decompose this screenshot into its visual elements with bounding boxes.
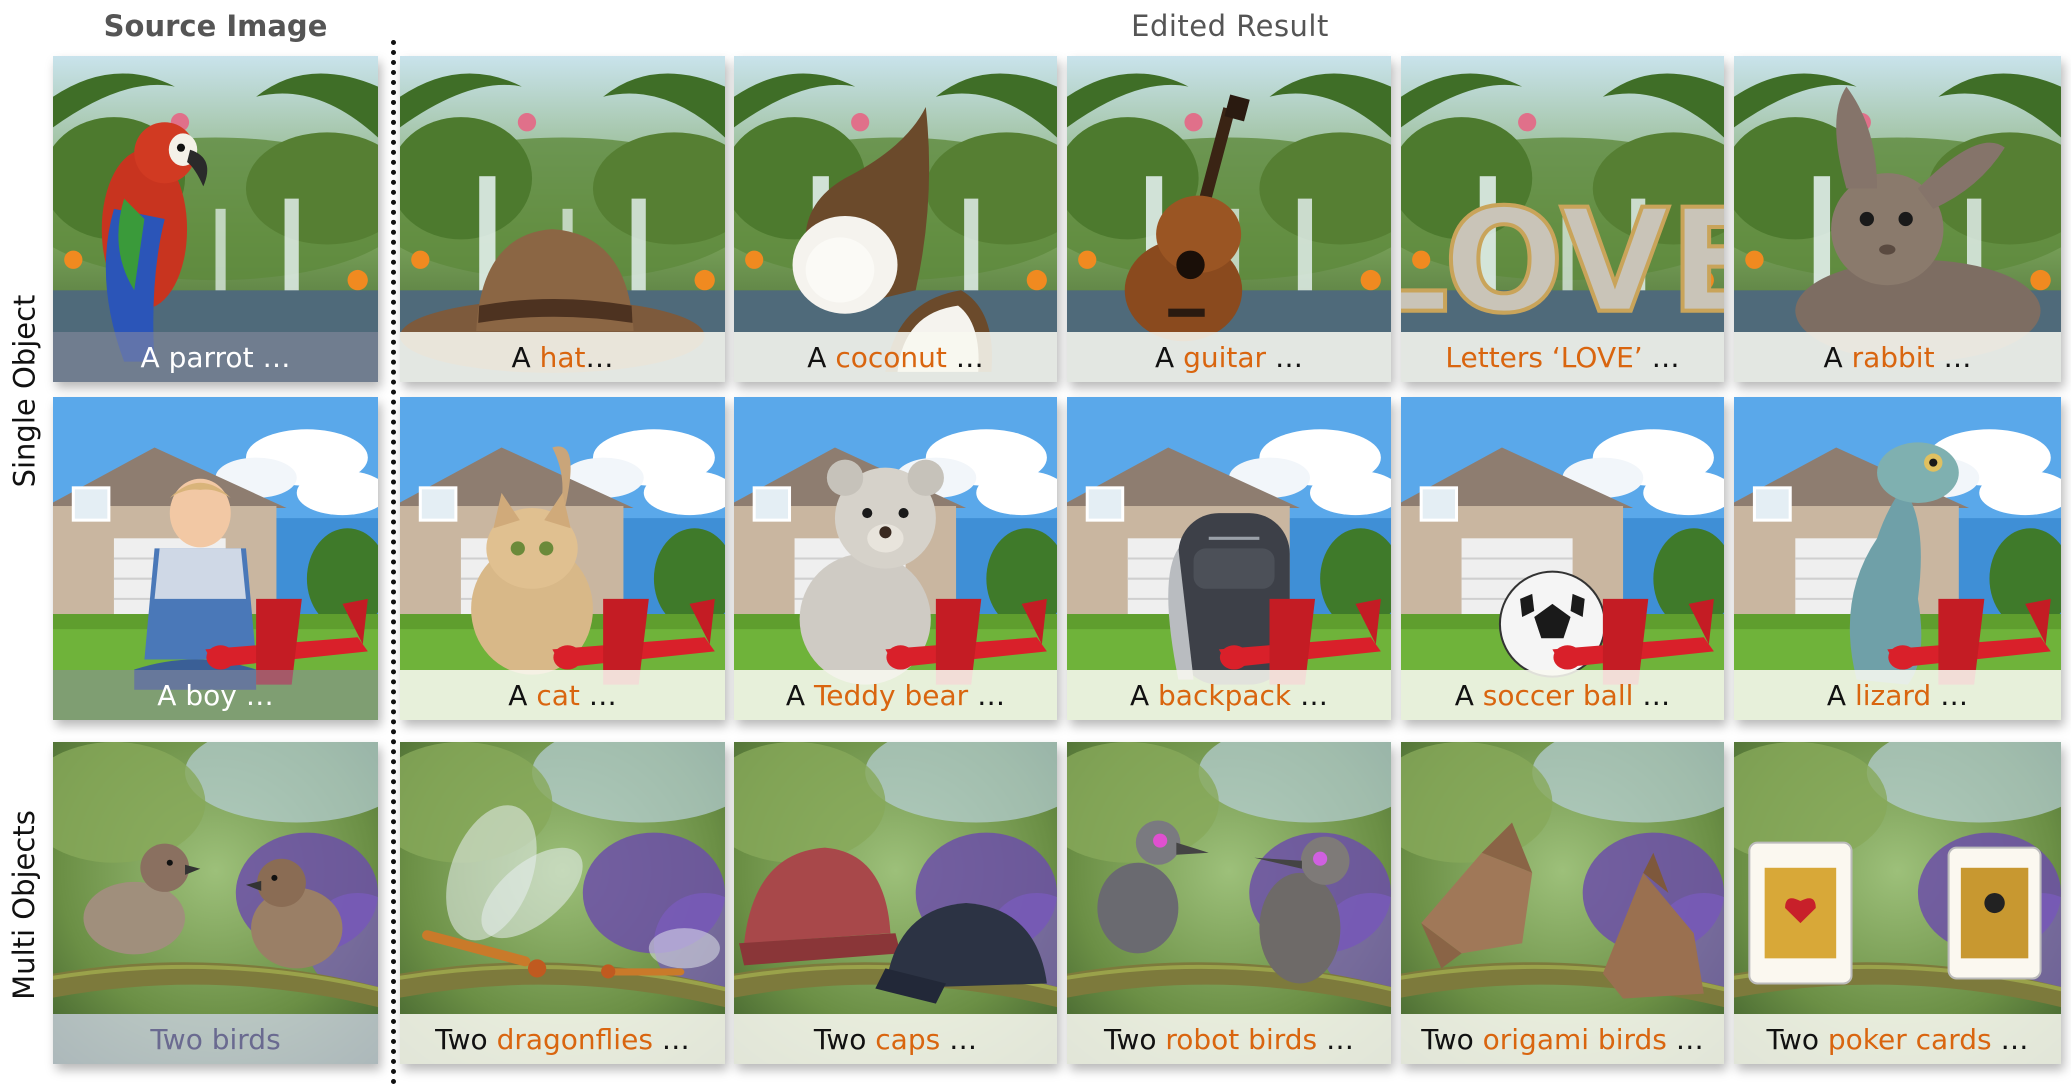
source-image-header: Source Image: [103, 9, 328, 43]
edited-result-header: Edited Result: [1131, 9, 1329, 43]
caption-prefix: A: [1155, 340, 1184, 374]
caption-prefix: A: [1823, 340, 1852, 374]
edited-caption: Letters ‘LOVE’ …: [1401, 332, 1724, 382]
caption-suffix: …: [652, 1022, 690, 1056]
edited-caption: A guitar …: [1067, 332, 1391, 382]
source-caption: A parrot …: [53, 332, 378, 382]
edited-image-cat: A cat …: [400, 397, 725, 720]
caption-suffix: …: [1291, 678, 1329, 712]
edited-image-lizard: A lizard …: [1734, 397, 2061, 720]
edited-caption: A hat…: [400, 332, 725, 382]
row-label-multi-text: Multi Objects: [7, 810, 42, 1000]
caption-prefix: A: [1826, 678, 1855, 712]
row-label-single-object: Single Object: [2, 56, 46, 726]
edited-image-rabbit: A rabbit …: [1734, 56, 2061, 382]
caption-prefix: Two: [813, 1022, 876, 1056]
edited-caption: Two origami birds …: [1401, 1014, 1724, 1064]
caption-suffix: …: [579, 678, 617, 712]
caption-object: origami birds: [1482, 1022, 1667, 1056]
caption-suffix: …: [1642, 340, 1680, 374]
caption-prefix: Two: [1103, 1022, 1166, 1056]
caption-suffix: …: [1666, 1022, 1704, 1056]
caption-prefix: Two: [1766, 1022, 1828, 1056]
caption-object: Letters ‘LOVE’: [1445, 340, 1643, 374]
caption-suffix: …: [946, 340, 984, 374]
caption-prefix: A: [1454, 678, 1483, 712]
source-edit-divider: [391, 40, 396, 1085]
caption-suffix: …: [968, 678, 1006, 712]
caption-suffix: …: [1633, 678, 1671, 712]
source-image-boy: A boy …: [53, 397, 378, 720]
caption-object: rabbit: [1851, 340, 1935, 374]
caption-object: backpack: [1158, 678, 1292, 712]
caption-object: caps: [875, 1022, 941, 1056]
source-image-birds: Two birds: [53, 742, 378, 1064]
caption-prefix: Two: [435, 1022, 497, 1056]
caption-object: dragonflies: [496, 1022, 653, 1056]
caption-suffix: …: [1991, 1022, 2029, 1056]
caption-suffix: …: [1266, 340, 1303, 374]
caption-object: cat: [536, 678, 580, 712]
caption-prefix: Two: [1421, 1022, 1483, 1056]
edited-image-soccer-ball: A soccer ball …: [1401, 397, 1724, 720]
edited-image-dragonflies: Two dragonflies …: [400, 742, 725, 1064]
edited-caption: A Teddy bear …: [734, 670, 1057, 720]
caption-object: lizard: [1854, 678, 1932, 712]
source-caption: A boy …: [53, 670, 378, 720]
edited-image-guitar: A guitar …: [1067, 56, 1391, 382]
caption-object: Teddy bear: [813, 678, 969, 712]
edited-image-origami-birds: Two origami birds …: [1401, 742, 1724, 1064]
edited-image-robot-birds: Two robot birds …: [1067, 742, 1391, 1064]
edited-caption: A backpack …: [1067, 670, 1391, 720]
edited-image-poker-cards: Two poker cards …: [1734, 742, 2061, 1064]
caption-prefix: A: [1129, 678, 1159, 712]
edited-caption: Two robot birds …: [1067, 1014, 1391, 1064]
edited-caption: Two poker cards …: [1734, 1014, 2061, 1064]
row-label-single-text: Single Object: [7, 294, 42, 488]
caption-object: poker cards: [1827, 1022, 1992, 1056]
caption-object: guitar: [1183, 340, 1267, 374]
source-image-parrot: A parrot …: [53, 56, 378, 382]
source-caption: Two birds: [53, 1014, 378, 1064]
caption-object: coconut: [835, 340, 947, 374]
caption-object: robot birds: [1165, 1022, 1318, 1056]
edited-caption: A coconut …: [734, 332, 1057, 382]
love-letters-sculpture: LOVE: [1401, 179, 1724, 345]
edited-caption: Two dragonflies …: [400, 1014, 725, 1064]
edited-caption: A cat …: [400, 670, 725, 720]
caption-suffix: …: [1934, 340, 1972, 374]
edited-image-teddy-bear: A Teddy bear …: [734, 397, 1057, 720]
edited-caption: A soccer ball …: [1401, 670, 1724, 720]
caption-prefix: A: [785, 678, 814, 712]
row-label-multi-objects: Multi Objects: [2, 742, 46, 1068]
edited-image-backpack: A backpack …: [1067, 397, 1391, 720]
caption-suffix: …: [585, 340, 614, 374]
edited-caption: A rabbit …: [1734, 332, 2061, 382]
edited-image-letters-love: LOVE Letters ‘LOVE’ …: [1401, 56, 1724, 382]
caption-suffix: …: [1317, 1022, 1355, 1056]
caption-prefix: A: [807, 340, 836, 374]
caption-suffix: …: [940, 1022, 978, 1056]
edited-image-caps: Two caps …: [734, 742, 1057, 1064]
edited-caption: A lizard …: [1734, 670, 2061, 720]
caption-object: soccer ball: [1482, 678, 1634, 712]
caption-prefix: A: [508, 678, 537, 712]
edited-image-coconut: A coconut …: [734, 56, 1057, 382]
caption-prefix: A: [511, 340, 540, 374]
caption-object: hat: [539, 340, 586, 374]
edited-image-hat: A hat…: [400, 56, 725, 382]
caption-suffix: …: [1931, 678, 1969, 712]
edited-caption: Two caps …: [734, 1014, 1057, 1064]
